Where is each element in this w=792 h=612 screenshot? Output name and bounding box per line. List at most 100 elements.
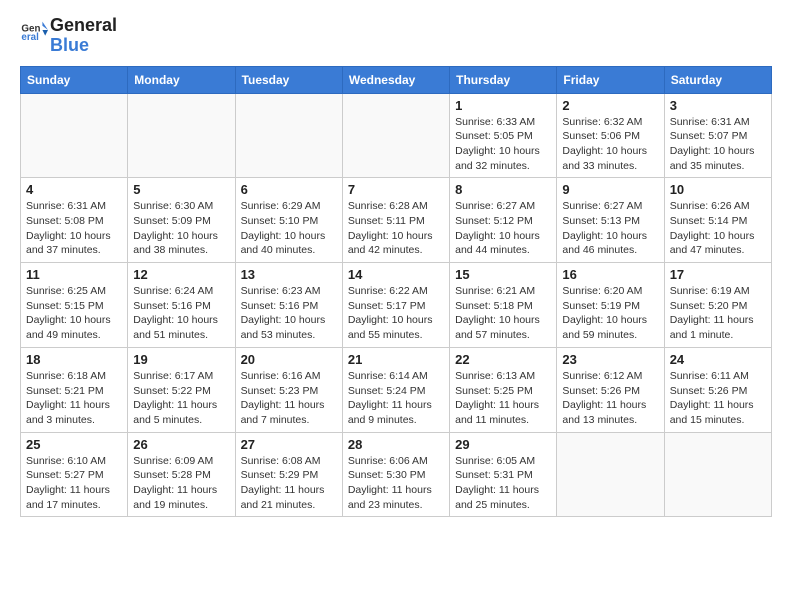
calendar-cell: 21Sunrise: 6:14 AMSunset: 5:24 PMDayligh… xyxy=(342,347,449,432)
day-info: Sunrise: 6:09 AMSunset: 5:28 PMDaylight:… xyxy=(133,454,229,513)
day-info: Sunrise: 6:31 AMSunset: 5:08 PMDaylight:… xyxy=(26,199,122,258)
day-number: 11 xyxy=(26,267,122,282)
day-info: Sunrise: 6:26 AMSunset: 5:14 PMDaylight:… xyxy=(670,199,766,258)
calendar-cell: 3 Sunrise: 6:31 AMSunset: 5:07 PMDaylight… xyxy=(664,93,771,178)
day-info: Sunrise: 6:17 AMSunset: 5:22 PMDaylight:… xyxy=(133,369,229,428)
calendar-cell: 25 Sunrise: 6:10 AMSunset: 5:27 PMDayligh… xyxy=(21,432,128,517)
calendar-cell: 6 Sunrise: 6:29 AMSunset: 5:10 PMDaylight… xyxy=(235,178,342,263)
col-header-thursday: Thursday xyxy=(450,66,557,93)
day-number: 13 xyxy=(241,267,337,282)
calendar-cell: 22 Sunrise: 6:13 AMSunset: 5:25 PMDayligh… xyxy=(450,347,557,432)
day-number: 9 xyxy=(562,182,658,197)
calendar-table: SundayMondayTuesdayWednesdayThursdayFrid… xyxy=(20,66,772,518)
day-number: 18 xyxy=(26,352,122,367)
calendar-cell: 17Sunrise: 6:19 AMSunset: 5:20 PMDayligh… xyxy=(664,263,771,348)
day-info: Sunrise: 6:32 AMSunset: 5:06 PMDaylight:… xyxy=(562,115,658,174)
calendar-cell: 23 Sunrise: 6:12 AMSunset: 5:26 PMDayligh… xyxy=(557,347,664,432)
calendar-cell: 7 Sunrise: 6:28 AMSunset: 5:11 PMDaylight… xyxy=(342,178,449,263)
calendar-cell xyxy=(664,432,771,517)
day-info: Sunrise: 6:18 AMSunset: 5:21 PMDaylight:… xyxy=(26,369,122,428)
day-info: Sunrise: 6:27 AMSunset: 5:13 PMDaylight:… xyxy=(562,199,658,258)
calendar-cell: 5 Sunrise: 6:30 AMSunset: 5:09 PMDaylight… xyxy=(128,178,235,263)
day-number: 2 xyxy=(562,98,658,113)
day-info: Sunrise: 6:13 AMSunset: 5:25 PMDaylight:… xyxy=(455,369,551,428)
day-info: Sunrise: 6:31 AMSunset: 5:07 PMDaylight:… xyxy=(670,115,766,174)
day-info: Sunrise: 6:12 AMSunset: 5:26 PMDaylight:… xyxy=(562,369,658,428)
calendar-cell: 20 Sunrise: 6:16 AMSunset: 5:23 PMDayligh… xyxy=(235,347,342,432)
day-info: Sunrise: 6:25 AMSunset: 5:15 PMDaylight:… xyxy=(26,284,122,343)
day-info: Sunrise: 6:24 AMSunset: 5:16 PMDaylight:… xyxy=(133,284,229,343)
col-header-wednesday: Wednesday xyxy=(342,66,449,93)
day-info: Sunrise: 6:14 AMSunset: 5:24 PMDaylight:… xyxy=(348,369,444,428)
day-info: Sunrise: 6:29 AMSunset: 5:10 PMDaylight:… xyxy=(241,199,337,258)
day-info: Sunrise: 6:20 AMSunset: 5:19 PMDaylight:… xyxy=(562,284,658,343)
calendar-cell: 16 Sunrise: 6:20 AMSunset: 5:19 PMDayligh… xyxy=(557,263,664,348)
calendar-cell: 2 Sunrise: 6:32 AMSunset: 5:06 PMDaylight… xyxy=(557,93,664,178)
day-number: 6 xyxy=(241,182,337,197)
svg-text:eral: eral xyxy=(21,32,39,43)
day-number: 7 xyxy=(348,182,444,197)
day-info: Sunrise: 6:08 AMSunset: 5:29 PMDaylight:… xyxy=(241,454,337,513)
day-info: Sunrise: 6:33 AMSunset: 5:05 PMDaylight:… xyxy=(455,115,551,174)
calendar-cell: 9 Sunrise: 6:27 AMSunset: 5:13 PMDaylight… xyxy=(557,178,664,263)
day-number: 17 xyxy=(670,267,766,282)
day-info: Sunrise: 6:11 AMSunset: 5:26 PMDaylight:… xyxy=(670,369,766,428)
day-number: 12 xyxy=(133,267,229,282)
calendar-cell: 1 Sunrise: 6:33 AMSunset: 5:05 PMDaylight… xyxy=(450,93,557,178)
col-header-tuesday: Tuesday xyxy=(235,66,342,93)
col-header-monday: Monday xyxy=(128,66,235,93)
calendar-cell xyxy=(557,432,664,517)
calendar-cell xyxy=(342,93,449,178)
day-number: 28 xyxy=(348,437,444,452)
day-info: Sunrise: 6:28 AMSunset: 5:11 PMDaylight:… xyxy=(348,199,444,258)
calendar-cell: 4 Sunrise: 6:31 AMSunset: 5:08 PMDaylight… xyxy=(21,178,128,263)
day-number: 23 xyxy=(562,352,658,367)
calendar-cell: 11 Sunrise: 6:25 AMSunset: 5:15 PMDayligh… xyxy=(21,263,128,348)
calendar-cell xyxy=(128,93,235,178)
calendar-week-row: 18 Sunrise: 6:18 AMSunset: 5:21 PMDayligh… xyxy=(21,347,772,432)
day-number: 19 xyxy=(133,352,229,367)
col-header-saturday: Saturday xyxy=(664,66,771,93)
calendar-cell: 12 Sunrise: 6:24 AMSunset: 5:16 PMDayligh… xyxy=(128,263,235,348)
calendar-cell xyxy=(235,93,342,178)
day-number: 5 xyxy=(133,182,229,197)
day-number: 25 xyxy=(26,437,122,452)
day-number: 8 xyxy=(455,182,551,197)
calendar-cell: 15Sunrise: 6:21 AMSunset: 5:18 PMDayligh… xyxy=(450,263,557,348)
day-number: 4 xyxy=(26,182,122,197)
calendar-header-row: SundayMondayTuesdayWednesdayThursdayFrid… xyxy=(21,66,772,93)
day-number: 3 xyxy=(670,98,766,113)
day-number: 14 xyxy=(348,267,444,282)
day-number: 1 xyxy=(455,98,551,113)
day-info: Sunrise: 6:06 AMSunset: 5:30 PMDaylight:… xyxy=(348,454,444,513)
day-info: Sunrise: 6:16 AMSunset: 5:23 PMDaylight:… xyxy=(241,369,337,428)
col-header-sunday: Sunday xyxy=(21,66,128,93)
day-number: 26 xyxy=(133,437,229,452)
calendar-cell: 26 Sunrise: 6:09 AMSunset: 5:28 PMDayligh… xyxy=(128,432,235,517)
calendar-cell: 28 Sunrise: 6:06 AMSunset: 5:30 PMDayligh… xyxy=(342,432,449,517)
day-info: Sunrise: 6:22 AMSunset: 5:17 PMDaylight:… xyxy=(348,284,444,343)
day-number: 27 xyxy=(241,437,337,452)
calendar-cell: 24 Sunrise: 6:11 AMSunset: 5:26 PMDayligh… xyxy=(664,347,771,432)
calendar-cell: 19 Sunrise: 6:17 AMSunset: 5:22 PMDayligh… xyxy=(128,347,235,432)
day-number: 16 xyxy=(562,267,658,282)
day-number: 22 xyxy=(455,352,551,367)
day-info: Sunrise: 6:30 AMSunset: 5:09 PMDaylight:… xyxy=(133,199,229,258)
calendar-cell: 13 Sunrise: 6:23 AMSunset: 5:16 PMDayligh… xyxy=(235,263,342,348)
day-number: 15 xyxy=(455,267,551,282)
day-number: 20 xyxy=(241,352,337,367)
day-info: Sunrise: 6:23 AMSunset: 5:16 PMDaylight:… xyxy=(241,284,337,343)
calendar-cell: 29 Sunrise: 6:05 AMSunset: 5:31 PMDayligh… xyxy=(450,432,557,517)
calendar-week-row: 1 Sunrise: 6:33 AMSunset: 5:05 PMDaylight… xyxy=(21,93,772,178)
day-number: 29 xyxy=(455,437,551,452)
day-number: 10 xyxy=(670,182,766,197)
day-number: 24 xyxy=(670,352,766,367)
calendar-cell: 27 Sunrise: 6:08 AMSunset: 5:29 PMDayligh… xyxy=(235,432,342,517)
day-info: Sunrise: 6:05 AMSunset: 5:31 PMDaylight:… xyxy=(455,454,551,513)
col-header-friday: Friday xyxy=(557,66,664,93)
day-info: Sunrise: 6:10 AMSunset: 5:27 PMDaylight:… xyxy=(26,454,122,513)
calendar-cell xyxy=(21,93,128,178)
logo-icon: Gen eral xyxy=(20,16,48,44)
logo: Gen eral GeneralBlue xyxy=(20,16,117,56)
calendar-week-row: 11 Sunrise: 6:25 AMSunset: 5:15 PMDayligh… xyxy=(21,263,772,348)
